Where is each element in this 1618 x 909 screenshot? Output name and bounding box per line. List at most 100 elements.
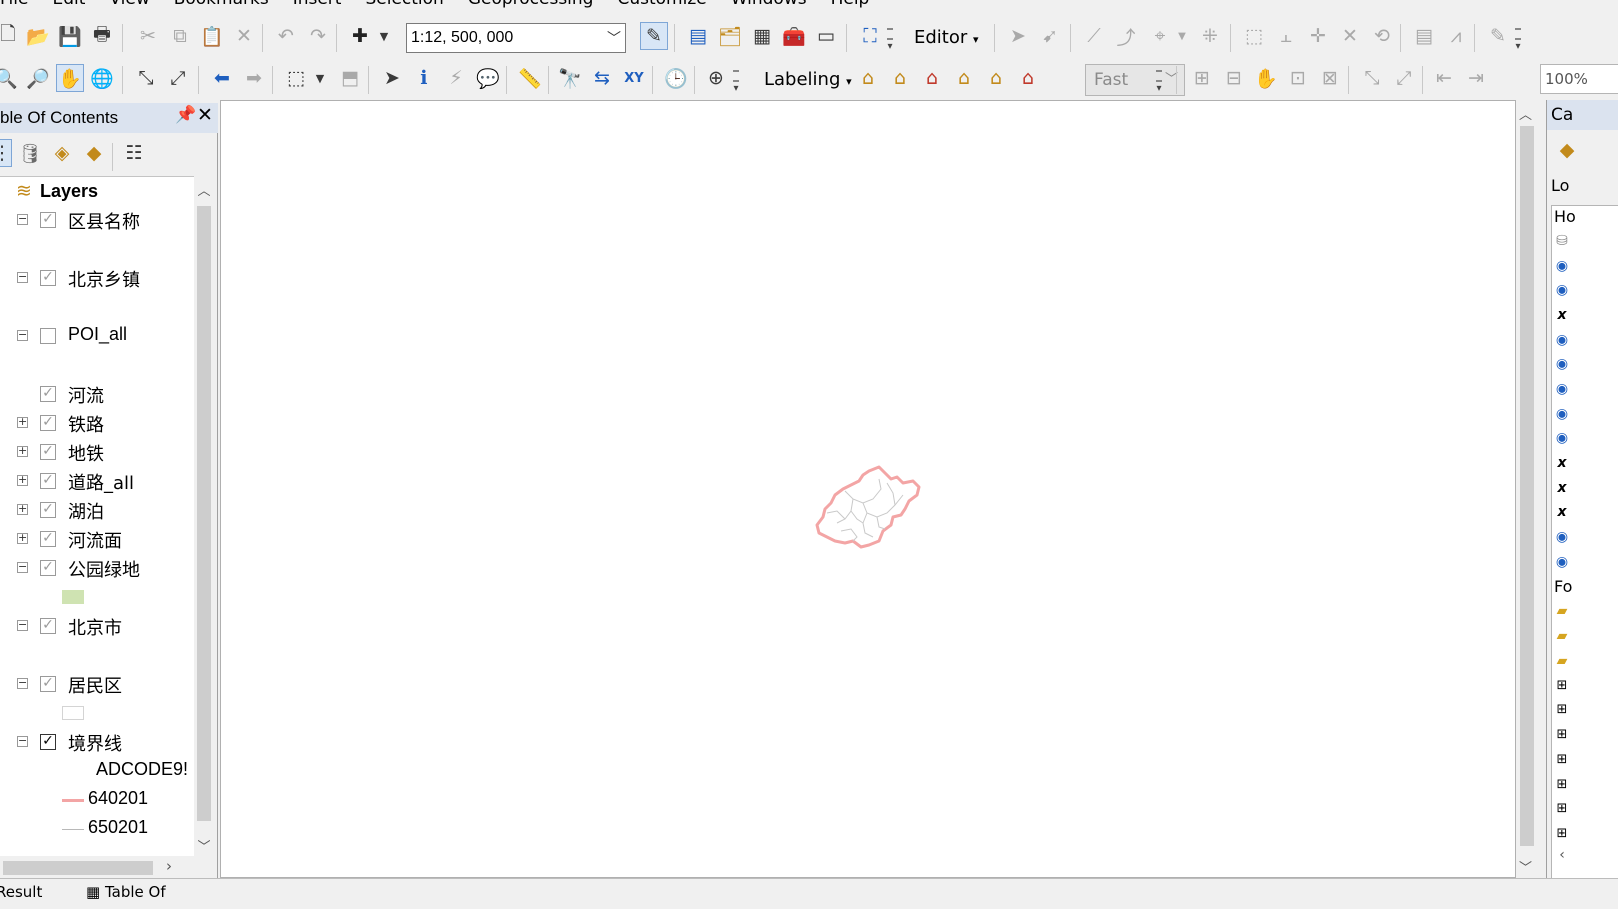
- point-icon[interactable]: ⁜: [1196, 22, 1224, 50]
- paste-icon[interactable]: 📋: [198, 22, 226, 50]
- edit-vertices-icon[interactable]: ⬚: [1240, 22, 1268, 50]
- list-by-visibility-icon[interactable]: ◈: [48, 139, 76, 167]
- scroll-down-icon[interactable]: ﹀: [1519, 857, 1532, 876]
- expand-icon[interactable]: ⊞: [1554, 800, 1570, 818]
- expand-icon[interactable]: ⊞: [1554, 677, 1570, 695]
- layout-zoom-in-icon[interactable]: ⊞: [1188, 64, 1216, 92]
- map-canvas[interactable]: [221, 101, 1517, 879]
- table-of-contents-tab[interactable]: ▦ Table Of: [86, 883, 166, 901]
- toolbox-search-icon[interactable]: ◉: [1554, 528, 1570, 546]
- editor-menu-button[interactable]: Editor ▾: [914, 24, 979, 54]
- rotate-icon[interactable]: ⟲: [1368, 22, 1396, 50]
- toolbox-search-icon[interactable]: ◉: [1554, 380, 1570, 398]
- line-symbol-swatch[interactable]: [62, 799, 84, 802]
- collapse-icon[interactable]: −: [17, 735, 28, 747]
- fixed-zoom-in-layout-icon[interactable]: ⤡: [1358, 64, 1386, 92]
- layer-row[interactable]: − ✓ 北京乡镇: [0, 266, 194, 291]
- scroll-up-icon[interactable]: ︿: [196, 180, 212, 199]
- expand-icon[interactable]: ⊞: [1554, 825, 1570, 843]
- pan-icon[interactable]: ✋: [56, 64, 84, 92]
- scrollbar-thumb[interactable]: [3, 861, 153, 875]
- edit-tool-icon[interactable]: ➤: [1004, 22, 1032, 50]
- attributes-icon[interactable]: ▤: [1410, 22, 1438, 50]
- close-icon[interactable]: ✕: [197, 104, 213, 126]
- expand-icon[interactable]: +: [17, 474, 28, 486]
- layer-visibility-checkbox[interactable]: ✓: [40, 386, 56, 402]
- split-icon[interactable]: ✕: [1336, 22, 1364, 50]
- menu-insert[interactable]: Insert: [281, 0, 354, 10]
- find-icon[interactable]: 🔭: [556, 64, 584, 92]
- lock-labels-icon[interactable]: ⌂: [950, 64, 978, 92]
- scrollbar-thumb[interactable]: [197, 206, 211, 821]
- toolbox-search-icon[interactable]: ◉: [1554, 405, 1570, 423]
- expand-icon[interactable]: +: [17, 416, 28, 428]
- line-symbol-swatch[interactable]: [62, 829, 84, 830]
- expand-icon[interactable]: ⊞: [1554, 726, 1570, 744]
- save-icon[interactable]: 💾: [56, 22, 84, 50]
- script-icon[interactable]: x: [1554, 479, 1570, 497]
- folder-icon[interactable]: ▰: [1554, 602, 1570, 620]
- map-vertical-scrollbar[interactable]: ︿ ﹀: [1516, 100, 1538, 878]
- layer-visibility-checkbox[interactable]: ✓: [40, 560, 56, 576]
- label-priority-icon[interactable]: ⌂: [886, 64, 914, 92]
- expand-icon[interactable]: ⊞: [1554, 776, 1570, 794]
- zoom-out-icon[interactable]: 🔎: [24, 64, 52, 92]
- search-window-icon[interactable]: ▦: [748, 22, 776, 50]
- legend-swatch-row[interactable]: [0, 585, 194, 609]
- layer-visibility-checkbox[interactable]: [40, 328, 56, 344]
- legend-class-row[interactable]: 640201: [0, 788, 194, 812]
- new-document-icon[interactable]: 🗋: [0, 22, 22, 50]
- layer-visibility-checkbox[interactable]: ✓: [40, 415, 56, 431]
- pin-icon[interactable]: 📌: [175, 105, 196, 125]
- model-builder-icon[interactable]: ⛶: [856, 22, 884, 50]
- catalog-folder-label[interactable]: Fo: [1554, 578, 1584, 596]
- toolbox-search-icon[interactable]: ◉: [1554, 331, 1570, 349]
- edit-annotation-icon[interactable]: ➹: [1036, 22, 1064, 50]
- script-icon[interactable]: x: [1554, 306, 1570, 324]
- layer-row[interactable]: − ✓ 境界线: [0, 730, 194, 755]
- clear-selection-icon[interactable]: ⬒: [336, 64, 364, 92]
- folder-icon[interactable]: ▰: [1554, 652, 1570, 670]
- full-extent-icon[interactable]: 🌐: [88, 64, 116, 92]
- menu-help[interactable]: Help: [819, 0, 882, 10]
- cut-icon[interactable]: ✂: [134, 22, 162, 50]
- expand-icon[interactable]: +: [17, 503, 28, 515]
- labeling-menu-button[interactable]: Labeling ▾: [764, 66, 852, 96]
- menu-view[interactable]: View: [97, 0, 161, 10]
- collapse-icon[interactable]: −: [17, 213, 28, 225]
- layout-pan-icon[interactable]: ✋: [1252, 64, 1280, 92]
- label-manager-icon[interactable]: ⌂: [854, 64, 882, 92]
- trace-dropdown-icon[interactable]: ▼: [1168, 22, 1196, 50]
- menu-customize[interactable]: Customize: [605, 0, 718, 10]
- previous-extent-icon[interactable]: ⬅: [208, 64, 236, 92]
- collapse-icon[interactable]: −: [17, 619, 28, 631]
- python-window-icon[interactable]: ▭: [812, 22, 840, 50]
- label-quality-combo[interactable]: Fast ﹀: [1085, 64, 1185, 96]
- menu-edit[interactable]: Edit: [40, 0, 97, 10]
- catalog-home-label[interactable]: Ho: [1554, 208, 1584, 226]
- next-extent-icon[interactable]: ➡: [240, 64, 268, 92]
- zoom-whole-page-icon[interactable]: ⊡: [1284, 64, 1312, 92]
- sketch-properties-icon[interactable]: ⩘: [1442, 22, 1470, 50]
- fixed-zoom-out-icon[interactable]: ⤢: [164, 64, 192, 92]
- menu-windows[interactable]: Windows: [719, 0, 819, 10]
- html-popup-icon[interactable]: 💬: [474, 64, 502, 92]
- copy-icon[interactable]: ⧉: [166, 22, 194, 50]
- legend-swatch-row[interactable]: [0, 701, 194, 725]
- toolbar-options-icon[interactable]: ▾: [732, 68, 740, 94]
- layer-row[interactable]: + ✓ 湖泊: [0, 498, 194, 523]
- scroll-up-icon[interactable]: ︿: [1519, 104, 1532, 123]
- toolbar-options-icon[interactable]: ▾: [1514, 26, 1522, 52]
- collapse-icon[interactable]: −: [17, 677, 28, 689]
- layer-visibility-checkbox[interactable]: ✓: [40, 618, 56, 634]
- measure-icon[interactable]: 📏: [516, 64, 544, 92]
- reshape-icon[interactable]: ⫠: [1272, 22, 1300, 50]
- list-by-drawing-order-icon[interactable]: ⋮: [0, 139, 12, 167]
- layer-visibility-checkbox[interactable]: ✓: [40, 531, 56, 547]
- menu-file[interactable]: File: [0, 0, 40, 10]
- layer-row[interactable]: − ✓ 区县名称: [0, 208, 194, 233]
- layer-row[interactable]: − ✓ 居民区: [0, 672, 194, 697]
- toolbox-search-icon[interactable]: ◉: [1554, 355, 1570, 373]
- toolbox-search-icon[interactable]: ◉: [1554, 281, 1570, 299]
- layer-row[interactable]: ✓ 河流: [0, 382, 194, 407]
